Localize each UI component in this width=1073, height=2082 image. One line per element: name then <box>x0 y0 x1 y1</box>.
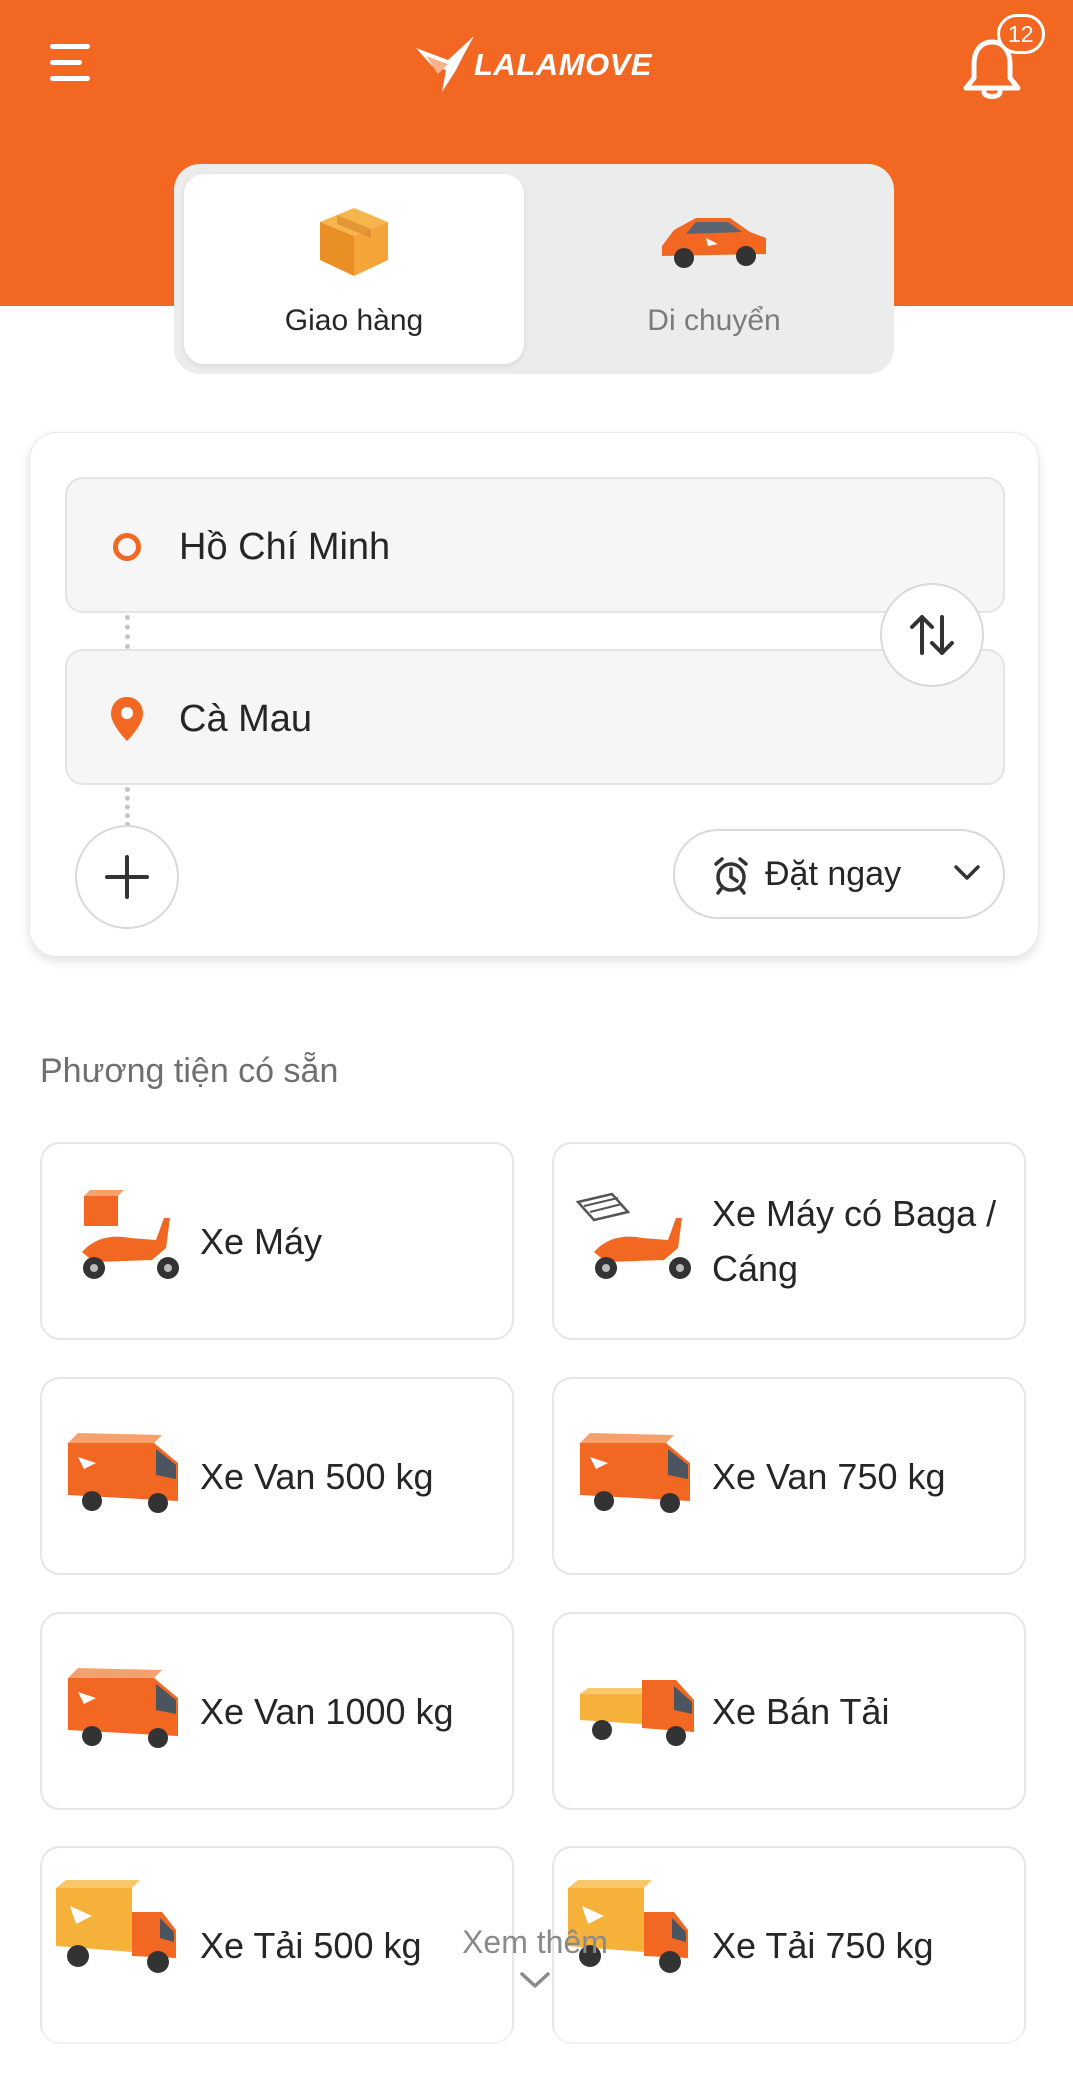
motorbike-icon <box>60 1188 200 1298</box>
swap-arrows-icon <box>910 615 954 655</box>
van-icon <box>572 1423 712 1533</box>
swap-locations-button[interactable] <box>880 583 984 687</box>
vehicle-option-motorbike[interactable]: Xe Máy <box>40 1142 514 1340</box>
pickup-field[interactable]: Hồ Chí Minh <box>65 477 1005 613</box>
vehicle-option-van-750[interactable]: Xe Van 750 kg <box>552 1377 1026 1575</box>
lalamove-logo: LALAMOVE <box>412 30 652 100</box>
tab-delivery[interactable]: Giao hàng <box>184 174 524 364</box>
route-card: Hồ Chí Minh Cà Mau Đặt ngay <box>29 432 1039 957</box>
alarm-clock-icon <box>711 855 751 900</box>
tab-delivery-label: Giao hàng <box>284 304 424 337</box>
van-icon <box>60 1658 200 1768</box>
plus-icon <box>105 855 149 899</box>
vehicle-name: Xe Máy <box>200 1220 323 1262</box>
vehicle-option-motorbike-rack[interactable]: Xe Máy có Baga / Cáng <box>552 1142 1026 1340</box>
vehicle-name: Xe Bán Tải <box>712 1690 890 1732</box>
vehicle-name: Xe Van 500 kg <box>200 1455 434 1497</box>
schedule-label: Đặt ngay <box>765 855 902 893</box>
chevron-down-icon <box>440 1969 630 1996</box>
motorbike-rack-icon <box>572 1188 712 1298</box>
box-icon <box>312 198 396 287</box>
vehicle-name: Xe Tải 750 kg <box>712 1924 934 1966</box>
vehicle-option-pickup[interactable]: Xe Bán Tải <box>552 1612 1026 1810</box>
route-connector <box>125 787 130 827</box>
vehicles-section-title: Phương tiện có sẵn <box>40 1052 339 1090</box>
list-fade-overlay <box>0 2030 1073 2082</box>
van-icon <box>60 1423 200 1533</box>
see-more-button[interactable]: Xem thêm <box>440 1924 630 2024</box>
vehicle-name: Xe Van 1000 kg <box>200 1690 454 1732</box>
vehicle-option-van-500[interactable]: Xe Van 500 kg <box>40 1377 514 1575</box>
vehicle-name: Xe Van 750 kg <box>712 1455 946 1497</box>
tab-ride[interactable]: Di chuyển <box>544 174 884 364</box>
bird-logo-icon <box>416 36 474 92</box>
route-connector <box>125 615 130 649</box>
pickup-location: Hồ Chí Minh <box>179 526 391 568</box>
tab-ride-label: Di chuyển <box>647 304 781 337</box>
vehicle-option-van-1000[interactable]: Xe Van 1000 kg <box>40 1612 514 1810</box>
origin-dot-icon <box>113 533 141 561</box>
brand-name: LALAMOVE <box>474 47 652 82</box>
truck-icon <box>56 1880 200 2002</box>
location-pin-icon <box>109 695 145 748</box>
menu-button[interactable] <box>50 44 90 84</box>
see-more-label: Xem thêm <box>462 1924 608 1960</box>
schedule-dropdown[interactable]: Đặt ngay <box>673 829 1005 919</box>
dropoff-location: Cà Mau <box>179 698 313 740</box>
add-stop-button[interactable] <box>75 825 179 929</box>
vehicle-name: Xe Máy có Baga / Cáng <box>712 1193 997 1289</box>
chevron-down-icon <box>953 863 981 888</box>
dropoff-field[interactable]: Cà Mau <box>65 649 1005 785</box>
car-icon <box>656 198 772 283</box>
pickup-truck-icon <box>572 1658 712 1768</box>
service-tabs: Giao hàng Di chuyển <box>174 164 894 374</box>
notification-badge: 12 <box>997 14 1045 54</box>
